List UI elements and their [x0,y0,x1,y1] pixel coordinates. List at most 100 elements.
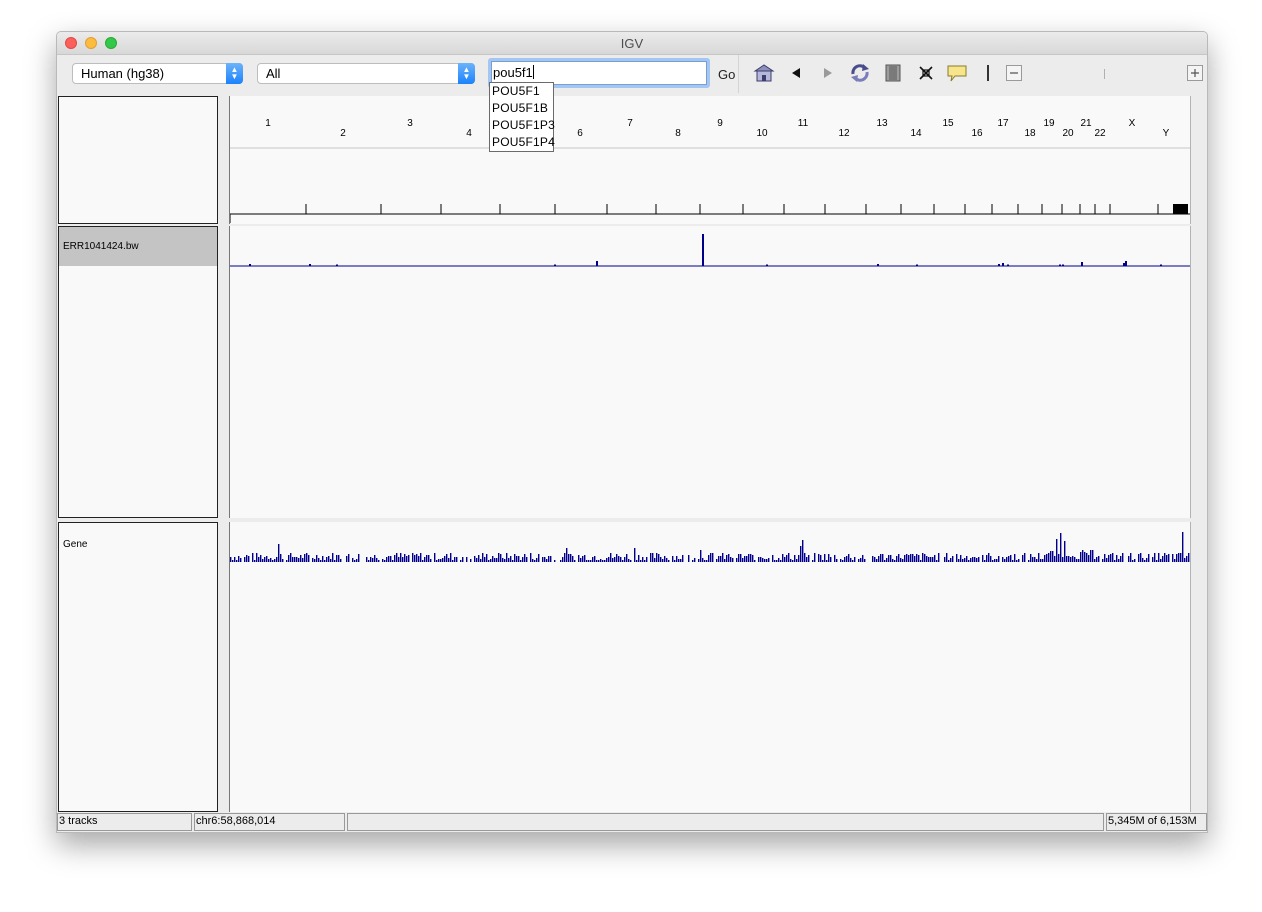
gene-density-bar [438,559,440,562]
chromosome-label-9[interactable]: 9 [717,118,723,129]
status-bar: 3 tracks chr6:58,868,014 5,345M of 6,153… [57,813,1207,832]
zoom-divider [987,65,989,81]
chromosome-label-21[interactable]: 21 [1080,118,1092,129]
chromosome-label-14[interactable]: 14 [910,128,922,139]
go-button[interactable]: Go [718,67,735,82]
gene-density-bar [820,555,822,562]
gene-density-bar [802,540,804,562]
chromosome-label-11[interactable]: 11 [798,118,809,129]
region-of-interest-icon[interactable] [885,64,901,82]
gene-density-bar [520,560,522,562]
gene-density-bar [916,554,918,562]
coverage-bar [1123,263,1125,266]
gene-density-bar [642,557,644,562]
gene-density-bar [1012,560,1014,562]
gene-density-bar [958,559,960,562]
data-track-viewport[interactable] [229,226,1191,518]
gene-density-bar [626,554,628,562]
gene-density-bar [514,554,516,562]
chromosome-label-12[interactable]: 12 [838,128,850,139]
chromosome-label-22[interactable]: 22 [1094,128,1106,139]
gene-density-bar [508,558,510,562]
gene-density-bar [562,557,564,562]
chromosome-label-10[interactable]: 10 [756,128,768,139]
popup-info-icon[interactable] [947,64,967,82]
chromosome-label-19[interactable]: 19 [1043,118,1055,129]
gene-density-bar [750,554,752,562]
gene-density-bar [1174,559,1176,562]
chromosome-label-17[interactable]: 17 [997,118,1009,129]
coverage-bar [309,264,311,266]
feature-track-viewport[interactable] [229,522,1191,812]
chromosome-label-3[interactable]: 3 [407,118,413,129]
gene-density-bar [614,557,616,562]
coverage-bar [554,264,556,266]
gene-density-bar [964,558,966,562]
chromosome-select[interactable]: All ▲ ▼ [257,63,475,84]
resize-tracks-icon[interactable] [918,65,934,81]
zoom-slider-track[interactable] [1104,69,1105,79]
chromosome-label-15[interactable]: 15 [942,118,954,129]
gene-density-bar [336,555,338,562]
track-name-selected-ERR1041424[interactable]: ERR1041424.bw [59,227,217,266]
gene-density-bar [478,555,480,562]
chromosome-label-1[interactable]: 1 [265,118,271,129]
gene-density-bar [1060,533,1062,562]
gene-density-bar [992,560,994,562]
gene-density-bar [1082,550,1084,562]
gene-density-bar [232,560,234,562]
small-contigs-block [1173,204,1188,214]
status-position: chr6:58,868,014 [194,813,345,831]
zoom-in-icon[interactable] [1187,65,1203,81]
chromosome-label-2[interactable]: 2 [340,128,346,139]
gene-density-bar [864,559,866,562]
gene-density-bar [480,559,482,562]
ideogram-panel[interactable]: 13579111315171921X246810121416182022Y [229,96,1191,224]
gene-density-bar [888,555,890,562]
locus-input-text: pou5f1 [493,65,533,80]
gene-density-bar [322,556,324,562]
refresh-icon[interactable] [849,62,871,84]
gene-density-bar [1112,553,1114,562]
chromosome-label-8[interactable]: 8 [675,128,681,139]
chromosome-label-18[interactable]: 18 [1024,128,1036,139]
gene-density-bar [812,560,814,562]
forward-arrow-icon[interactable] [823,68,833,78]
gene-density-bar [836,559,838,562]
chromosome-label-Y[interactable]: Y [1163,128,1170,139]
autocomplete-item[interactable]: POU5F1P4 [490,134,555,151]
gene-density-bar [278,544,280,562]
chromosome-label-16[interactable]: 16 [971,128,983,139]
genome-select[interactable]: Human (hg38) ▲ ▼ [72,63,243,84]
home-icon[interactable] [753,63,775,83]
gene-density-bar [240,558,242,562]
gene-density-bar [760,557,762,562]
autocomplete-item[interactable]: POU5F1 [490,83,553,100]
autocomplete-item[interactable]: POU5F1B [490,100,553,117]
chromosome-label-7[interactable]: 7 [627,118,633,129]
back-arrow-icon[interactable] [791,68,801,78]
gene-density-bar [1158,553,1160,562]
gene-density-bar [268,559,270,562]
gene-density-bar [912,554,914,562]
gene-density-bar [550,556,552,562]
autocomplete-item[interactable]: POU5F1P3 [490,117,555,134]
gene-density-bar [256,553,258,562]
gene-density-bar [616,554,618,562]
gene-density-bar [900,558,902,562]
gene-density-bar [788,553,790,562]
gene-density-bar [746,556,748,562]
gene-density-bar [918,555,920,562]
gene-density-bar [1138,554,1140,562]
gene-density-bar [1178,553,1180,562]
chromosome-label-6[interactable]: 6 [577,128,583,139]
gene-density-bar [564,553,566,562]
gene-density-bar [532,559,534,562]
chromosome-label-20[interactable]: 20 [1062,128,1074,139]
chromosome-label-X[interactable]: X [1129,118,1136,129]
zoom-out-icon[interactable] [1006,65,1022,81]
chromosome-label-13[interactable]: 13 [876,118,888,129]
feature-panel: Gene [57,522,1207,812]
gene-density-bar [966,556,968,562]
chromosome-label-4[interactable]: 4 [466,128,472,139]
